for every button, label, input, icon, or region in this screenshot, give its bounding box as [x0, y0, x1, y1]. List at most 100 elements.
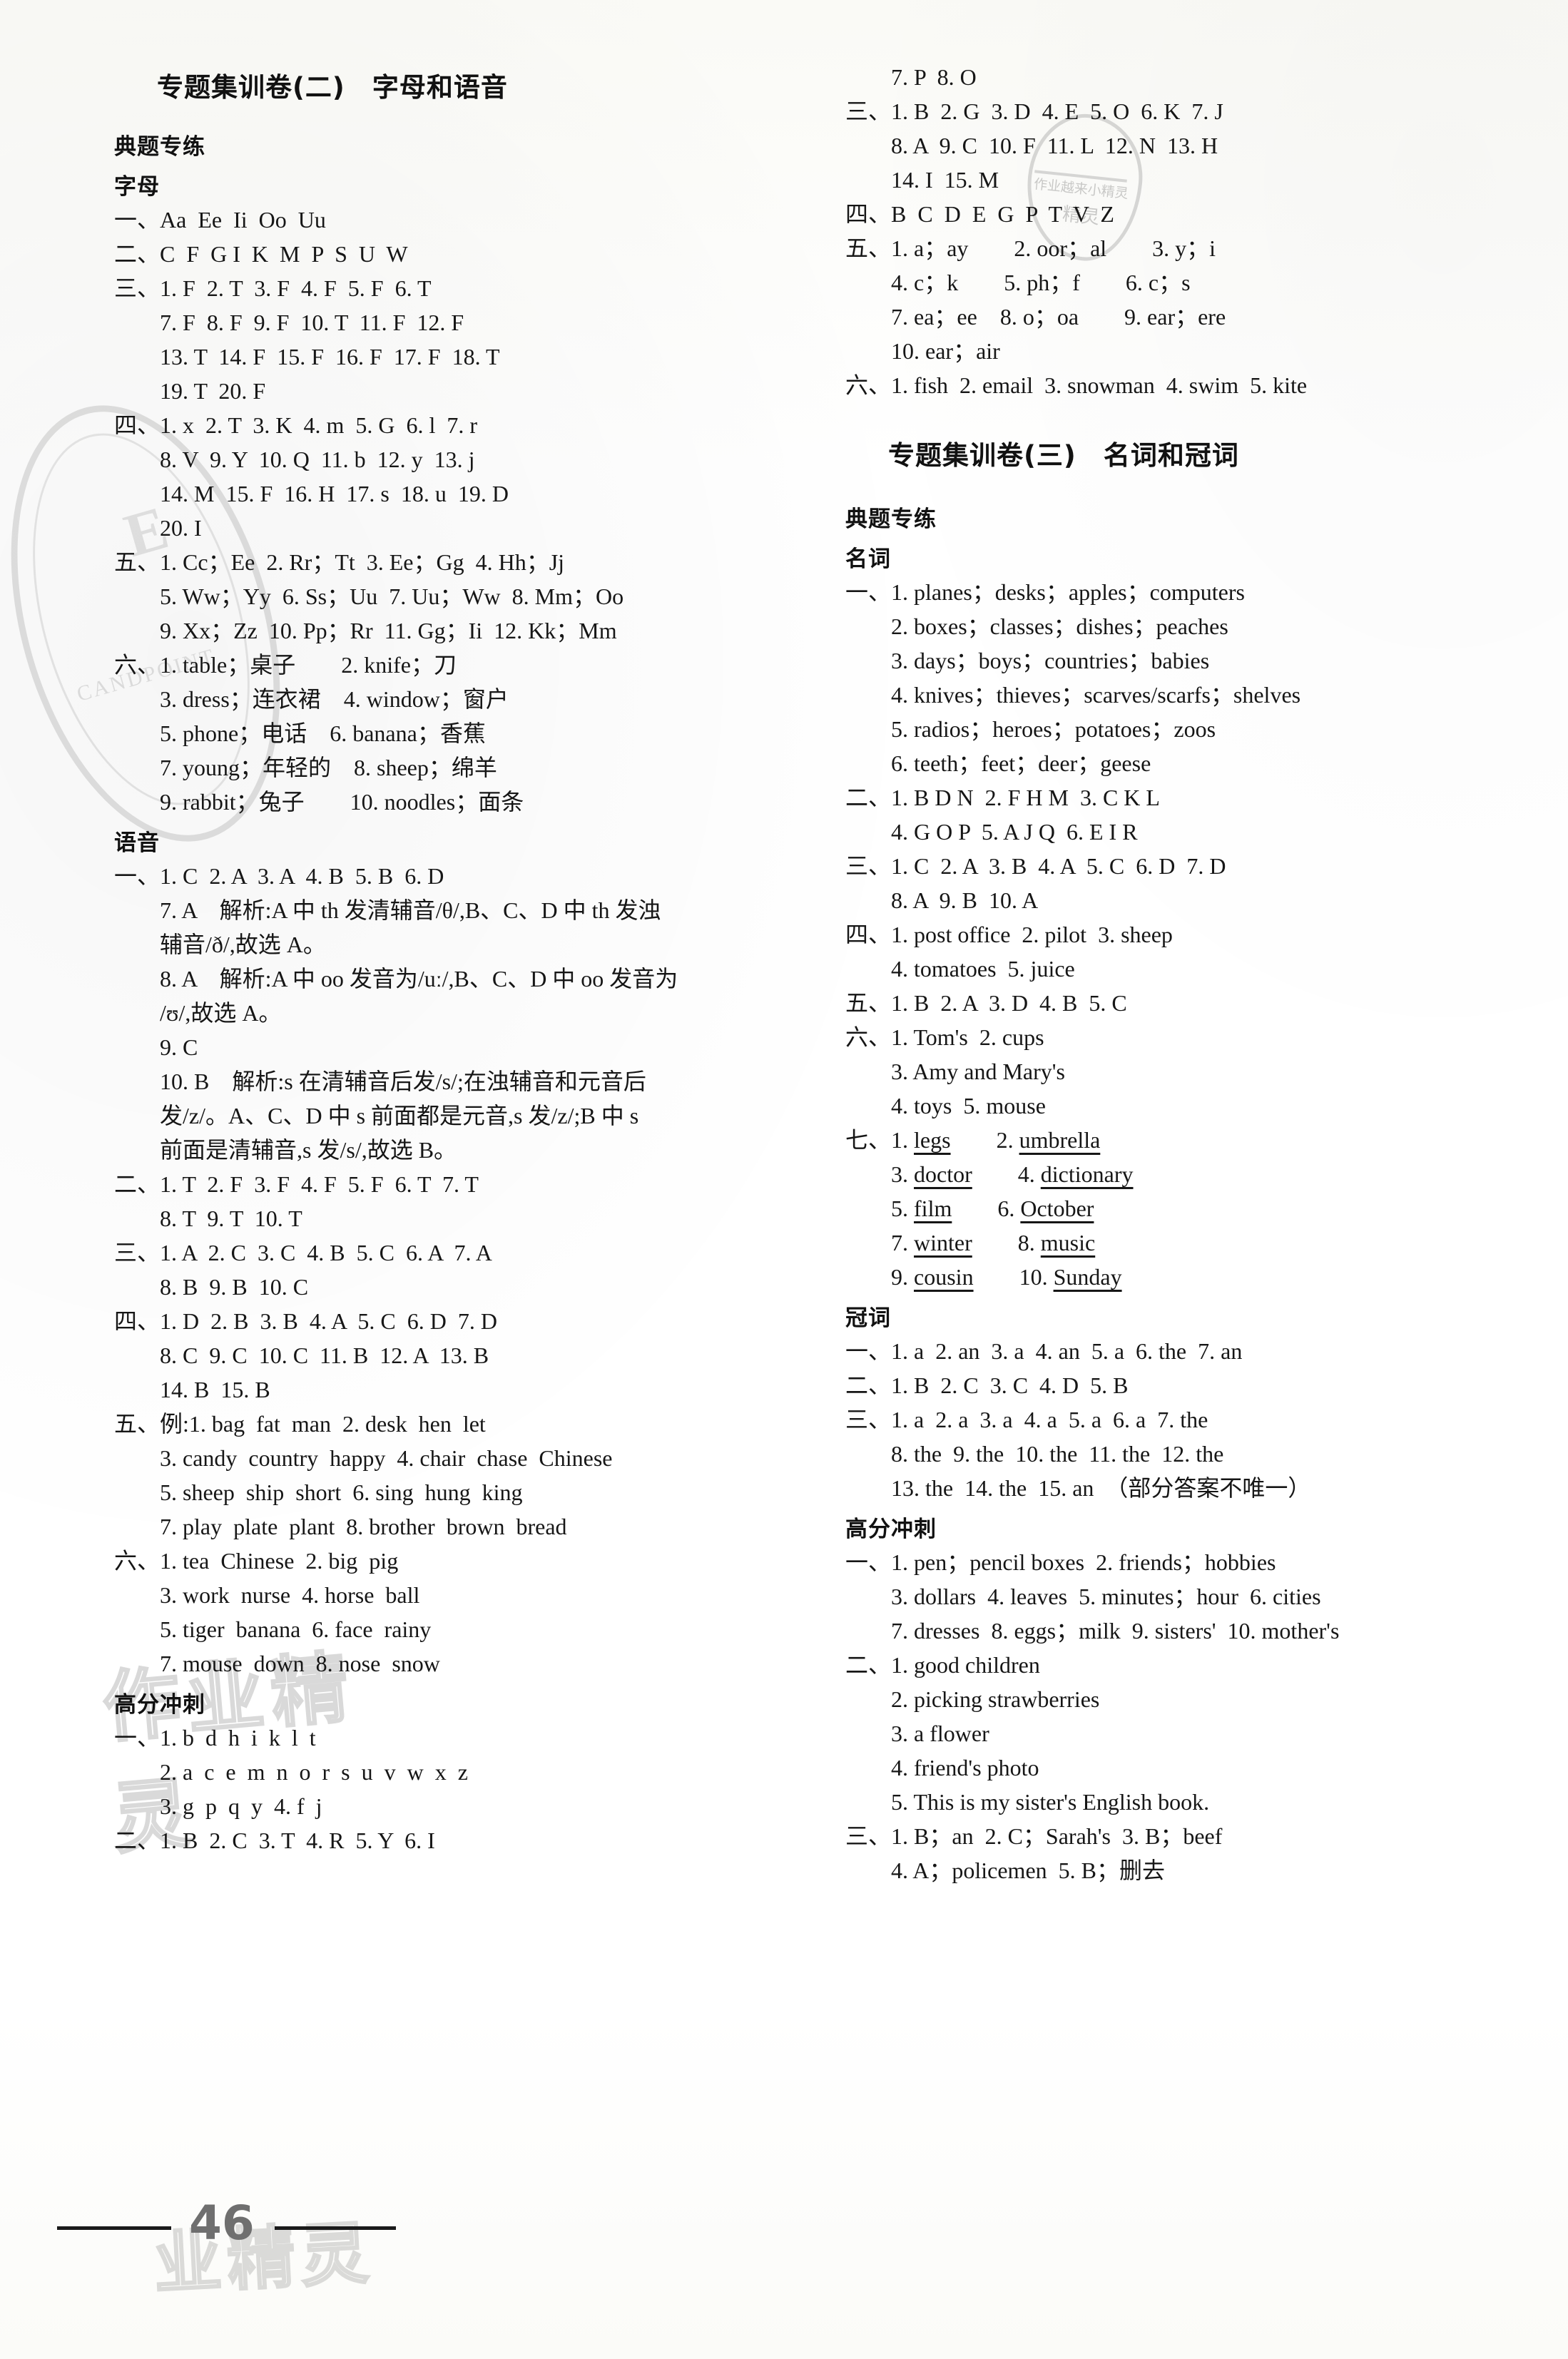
answer-line: 一、2. a c e m n o r s u v w x z [114, 1761, 799, 1783]
answer-line-text: 10. ear；air [891, 338, 1000, 364]
answer-line: 一、3. days；boys；countries；babies [845, 649, 1530, 672]
section-heading: 典题专练 [114, 134, 205, 160]
answer-line: 一、 1. a 2. an 3. a 4. an 5. a 6. the 7. a… [845, 1340, 1530, 1362]
answer-line: 一、前面是清辅音,s 发/s/,故选 B。 [114, 1138, 799, 1161]
answer-line-marker: 二、 [845, 1652, 892, 1678]
answer-line: 一、7. young；年轻的 8. sheep；绵羊 [114, 756, 799, 779]
answer-line: 一、10. ear；air [845, 340, 1530, 362]
answer-line-marker: 三、 [845, 1407, 892, 1432]
answer-line-text: 1. B 2. C 3. C 4. D 5. B [891, 1372, 1129, 1398]
section-heading: 名词 [845, 546, 891, 572]
answer-line-text: 8. C 9. C 10. C 11. B 12. A 13. B [160, 1342, 489, 1368]
answer-line-text: 7. ea；ee 8. o；oa 9. ear；ere [891, 304, 1226, 330]
answer-line-text: 7. dresses 8. eggs；milk 9. sisters' 10. … [891, 1618, 1340, 1644]
answer-underlined-word: cousin [914, 1264, 974, 1290]
answer-line-text: 19. T 20. F [160, 378, 266, 404]
answer-line: 一、9. Xx；Zz 10. Pp；Rr 11. Gg；Ii 12. Kk；Mm [114, 619, 799, 642]
answer-line-marker: 四、 [845, 922, 892, 947]
paper-title: 专题集训卷(三) 名词和冠词 [888, 440, 1239, 471]
answer-line-text: 8. B 9. B 10. C [160, 1274, 309, 1300]
answer-line: 一、8. V 9. Y 10. Q 11. b 12. y 13. j [114, 448, 799, 471]
answer-line: 二、 1. T 2. F 3. F 4. F 5. F 6. T 7. T [114, 1173, 799, 1196]
answer-line-text: 1. B；an 2. C；Sarah's 3. B；beef [891, 1823, 1223, 1849]
answer-line: 六、 1. fish 2. email 3. snowman 4. swim 5.… [845, 374, 1530, 397]
answer-line-text: 4. G O P 5. A J Q 6. E I R [891, 819, 1138, 845]
answer-line: 一、5. film 6. October [845, 1197, 1530, 1220]
answer-line-text: 3. a flower [891, 1721, 989, 1746]
answer-line: 四、 1. x 2. T 3. K 4. m 5. G 6. l 7. r [114, 414, 799, 437]
answer-line-text: 1. A 2. C 3. C 4. B 5. C 6. A 7. A [160, 1240, 492, 1265]
answer-underlined-word: dictionary [1040, 1161, 1134, 1187]
answer-line-text: 9. C [160, 1034, 198, 1060]
answer-underlined-word: October [1020, 1196, 1094, 1221]
answer-line-text: 9. cousin 10. Sunday [891, 1264, 1122, 1290]
answer-underlined-word: umbrella [1019, 1127, 1101, 1153]
answer-line-text: 1. B 2. A 3. D 4. B 5. C [891, 990, 1127, 1016]
answer-line-text: 2. a c e m n o r s u v w x z [160, 1759, 468, 1785]
answer-underlined-word: winter [914, 1230, 972, 1255]
answer-line-text: 4. c；k 5. ph；f 6. c；s [891, 270, 1191, 295]
answer-line-marker: 四、 [845, 201, 892, 227]
answer-line: 一、3. candy country happy 4. chair chase … [114, 1447, 799, 1469]
answer-line: 三、 1. A 2. C 3. C 4. B 5. C 6. A 7. A [114, 1241, 799, 1264]
answer-line-text: 13. T 14. F 15. F 16. F 17. F 18. T [160, 344, 500, 370]
answer-line: 一、5. This is my sister's English book. [845, 1790, 1530, 1813]
answer-line: 一、8. the 9. the 10. the 11. the 12. the [845, 1442, 1530, 1465]
answer-line-marker: 三、 [114, 1240, 161, 1265]
answer-line: 二、 1. B 2. C 3. C 4. D 5. B [845, 1374, 1530, 1397]
answer-line-text: /ʊ/,故选 A。 [160, 1000, 282, 1026]
answer-line: 一、发/z/。A、C、D 中 s 前面都是元音,s 发/z/;B 中 s [114, 1104, 799, 1127]
answer-line: 一、4. friend's photo [845, 1756, 1530, 1779]
answer-line-marker: 二、 [845, 785, 892, 810]
answer-line-text: 14. I 15. M [891, 167, 999, 193]
answer-underlined-word: legs [914, 1127, 951, 1153]
answer-line-text: 1. fish 2. email 3. snowman 4. swim 5. k… [891, 372, 1308, 398]
answer-line: 一、19. T 20. F [114, 379, 799, 402]
answer-line: 三、 1. F 2. T 3. F 4. F 5. F 6. T [114, 277, 799, 300]
answer-line-marker: 二、 [114, 1828, 161, 1853]
right-answer-column: 一、7. P 8. O三、1. B 2. G 3. D 4. E 5. O 6.… [845, 0, 1530, 1893]
answer-line: 一、8. A 9. C 10. F 11. L 12. N 13. H [845, 134, 1530, 157]
answer-line-text: 10. B 解析:s 在清辅音后发/s/;在浊辅音和元音后 [160, 1069, 646, 1094]
answer-line: 一、3. dress；连衣裙 4. window；窗户 [114, 688, 799, 710]
answer-line-text: 1. D 2. B 3. B 4. A 5. C 6. D 7. D [160, 1308, 497, 1334]
answer-line-text: 1. x 2. T 3. K 4. m 5. G 6. l 7. r [160, 412, 478, 438]
answer-line: 一、8. T 9. T 10. T [114, 1207, 799, 1230]
answer-line: 一、3. g p q y 4. f j [114, 1795, 799, 1818]
answer-line: 一、4. G O P 5. A J Q 6. E I R [845, 820, 1530, 843]
answer-line-marker: 二、 [114, 1171, 161, 1197]
answer-line: 一、14. B 15. B [114, 1378, 799, 1401]
answer-line: 一、 1. C 2. A 3. A 4. B 5. B 6. D [114, 865, 799, 887]
answer-line-text: Aa Ee Ii Oo Uu [160, 207, 326, 233]
answer-line-text: B C D E G P T V Z [891, 201, 1114, 227]
answer-line-marker: 五、 [114, 1411, 161, 1437]
paper-title: 专题集训卷(二) 字母和语音 [157, 72, 508, 103]
answer-line: 一、3. dollars 4. leaves 5. minutes；hour 6… [845, 1585, 1530, 1608]
answer-line-marker: 一、 [114, 863, 161, 889]
answer-line: 一、10. B 解析:s 在清辅音后发/s/;在浊辅音和元音后 [114, 1070, 799, 1093]
answer-underlined-word: film [914, 1196, 952, 1221]
answer-line: 五、 1. Cc；Ee 2. Rr；Tt 3. Ee；Gg 4. Hh；Jj [114, 551, 799, 574]
answer-line-text: 3. dress；连衣裙 4. window；窗户 [160, 686, 509, 712]
answer-line-marker: 三、 [845, 98, 892, 124]
answer-line-text: 1. Cc；Ee 2. Rr；Tt 3. Ee；Gg 4. Hh；Jj [160, 549, 565, 575]
answer-line: 一、4. A；policemen 5. B；删去 [845, 1859, 1530, 1882]
answer-line: 一、20. I [114, 516, 799, 539]
answer-line-text: 7. play plate plant 8. brother brown bre… [160, 1514, 567, 1539]
answer-underlined-word: doctor [914, 1161, 972, 1187]
footer-rule-right [275, 2226, 396, 2230]
answer-line: 一、3. Amy and Mary's [845, 1060, 1530, 1083]
answer-line-text: 1. a 2. a 3. a 4. a 5. a 6. a 7. the [891, 1407, 1208, 1432]
answer-line-marker: 二、 [114, 241, 161, 267]
answer-line: 一、8. C 9. C 10. C 11. B 12. A 13. B [114, 1344, 799, 1367]
answer-line-marker: 一、 [845, 1338, 892, 1364]
answer-line-text: 5. tiger banana 6. face rainy [160, 1616, 432, 1642]
answer-line: 一、5. phone；电话 6. banana；香蕉 [114, 722, 799, 745]
answer-line: 一、3. a flower [845, 1722, 1530, 1745]
answer-line: 一、 1. planes；desks；apples；computers [845, 581, 1530, 603]
answer-line-marker: 三、 [845, 1823, 892, 1849]
answer-line-text: 发/z/。A、C、D 中 s 前面都是元音,s 发/z/;B 中 s [160, 1103, 639, 1128]
answer-line-marker: 四、 [114, 1308, 161, 1334]
answer-line: 一、13. the 14. the 15. an （部分答案不唯一） [845, 1477, 1530, 1499]
answer-line-text: 前面是清辅音,s 发/s/,故选 B。 [160, 1137, 457, 1163]
